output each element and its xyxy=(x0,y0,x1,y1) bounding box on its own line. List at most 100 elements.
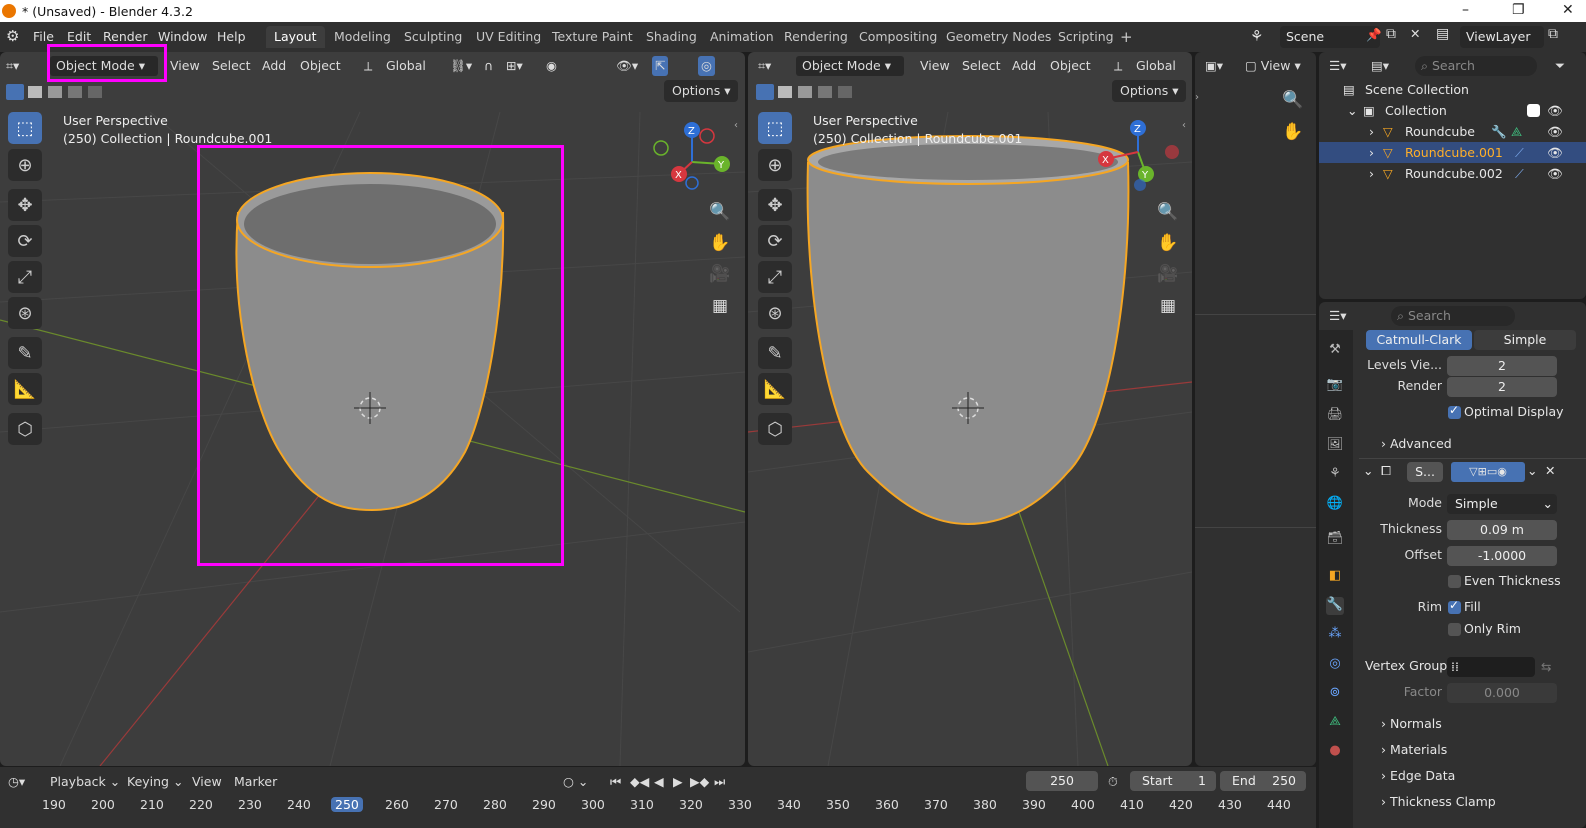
camera-icon[interactable]: 🎥 xyxy=(708,262,732,286)
visibility-eye-icon[interactable]: 👁 xyxy=(1547,142,1563,163)
menu-object[interactable]: Object xyxy=(300,56,341,76)
object-properties-icon[interactable]: ◧ xyxy=(1326,568,1344,586)
tab-scripting[interactable]: Scripting xyxy=(1050,26,1122,48)
tab-shading[interactable]: Shading xyxy=(638,26,705,48)
gizmo-toggle-icon[interactable]: ⇱ xyxy=(652,56,669,76)
materials-panel-header[interactable]: › Materials xyxy=(1381,742,1447,757)
vertex-group-field[interactable]: ⁞⁞ xyxy=(1447,657,1535,677)
tab-sculpting[interactable]: Sculpting xyxy=(396,26,470,48)
add-cube-tool[interactable]: ⬡ xyxy=(8,413,42,445)
measure-tool[interactable]: 📐 xyxy=(758,373,792,405)
menu-select[interactable]: Select xyxy=(962,56,1001,76)
transform-tool[interactable]: ⊛ xyxy=(8,297,42,329)
measure-tool[interactable]: 📐 xyxy=(8,373,42,405)
outliner-object-row[interactable]: › ▽ Roundcube.002 ⟋ 👁 xyxy=(1319,163,1586,184)
rotate-tool[interactable]: ⟳ xyxy=(758,225,792,257)
pivot-icon[interactable]: ⛓▾ xyxy=(450,56,472,76)
tool-properties-icon[interactable]: ⚒ xyxy=(1326,342,1344,360)
visibility-eye-icon[interactable]: 👁 xyxy=(1547,121,1563,142)
blender-menu-icon[interactable]: ⚙ xyxy=(6,27,19,45)
visibility-icon[interactable]: 👁▾ xyxy=(616,56,638,76)
scene-properties-icon[interactable]: ⚘ xyxy=(1326,466,1344,484)
zoom-icon[interactable]: 🔍 xyxy=(1281,88,1305,112)
editor-type-icon[interactable]: ▣▾ xyxy=(1205,56,1223,76)
delete-scene-icon[interactable]: ✕ xyxy=(1410,26,1420,41)
close-icon[interactable]: ✕ xyxy=(1562,2,1574,18)
annotate-tool[interactable]: ✎ xyxy=(8,337,42,369)
minimize-icon[interactable]: – xyxy=(1462,2,1469,18)
rotate-tool[interactable]: ⟳ xyxy=(8,225,42,257)
image-editor[interactable]: ▣▾ ▢ View ▾ › 🔍 ✋ xyxy=(1195,52,1316,766)
select-box-tool[interactable]: ⬚ xyxy=(8,112,42,144)
orientation-icon[interactable]: ⟂ xyxy=(1114,56,1122,76)
pan-hand-icon[interactable]: ✋ xyxy=(708,231,732,255)
zoom-icon[interactable]: 🔍 xyxy=(708,200,732,224)
menu-help[interactable]: Help xyxy=(217,29,246,44)
thickness-clamp-panel-header[interactable]: › Thickness Clamp xyxy=(1381,794,1496,809)
select-intersect-icon[interactable] xyxy=(88,86,102,98)
select-subtract-icon[interactable] xyxy=(48,86,62,98)
edge-data-panel-header[interactable]: › Edge Data xyxy=(1381,768,1455,783)
outliner-object-row[interactable]: › ▽ Roundcube 🔧 ⟁ 👁 xyxy=(1319,121,1586,142)
visibility-eye-icon[interactable]: 👁 xyxy=(1547,100,1563,121)
properties-editor-icon[interactable]: ☰▾ xyxy=(1329,306,1346,326)
scene-selector-icon[interactable]: ⚘ xyxy=(1250,27,1263,45)
add-cube-tool[interactable]: ⬡ xyxy=(758,413,792,445)
menu-file[interactable]: File xyxy=(33,29,54,44)
material-properties-icon[interactable]: ● xyxy=(1326,743,1344,761)
solidify-modifier-header[interactable]: ⌄ ⧠ S... ▽⊞▭◉ ⌄ ✕ xyxy=(1359,458,1586,484)
tab-texture-paint[interactable]: Texture Paint xyxy=(544,26,641,48)
editor-type-icon[interactable]: ⌗▾ xyxy=(758,56,771,76)
move-tool[interactable]: ✥ xyxy=(8,189,42,221)
invert-vertex-group-icon[interactable]: ⇆ xyxy=(1541,659,1551,674)
options-button[interactable]: Options ▾ xyxy=(664,80,739,102)
optimal-display-checkbox[interactable] xyxy=(1448,403,1461,419)
outliner-search-input[interactable]: ⌕ Search xyxy=(1415,56,1537,76)
tab-compositing[interactable]: Compositing xyxy=(851,26,945,48)
mode-dropdown[interactable]: Simple ⌄ xyxy=(1447,494,1557,514)
outliner-editor-icon[interactable]: ☰▾ xyxy=(1329,56,1346,76)
right-3d-viewport[interactable]: Z Y X ⌗▾ Object Mode ▾ View Select Add O… xyxy=(748,52,1192,766)
snap-target-icon[interactable]: ⊞▾ xyxy=(506,56,523,76)
modifier-wrench-icon[interactable]: 🔧 xyxy=(1491,121,1507,142)
modifier-properties-icon[interactable]: 🔧 xyxy=(1326,597,1344,615)
even-thickness-checkbox[interactable] xyxy=(1448,575,1461,588)
tab-rendering[interactable]: Rendering xyxy=(776,26,856,48)
view-menu[interactable]: ▢ View ▾ xyxy=(1245,56,1301,76)
modifier-visibility-toggles-icon[interactable]: ▽⊞▭◉ xyxy=(1451,462,1525,482)
select-extend-icon[interactable] xyxy=(778,86,792,98)
pan-hand-icon[interactable]: ✋ xyxy=(1156,231,1180,255)
modifier-dropdown-icon[interactable]: ⌄ xyxy=(1527,463,1537,478)
selection-mode-buttons[interactable] xyxy=(6,84,106,102)
menu-window[interactable]: Window xyxy=(158,29,207,44)
normals-panel-header[interactable]: › Normals xyxy=(1381,716,1442,731)
menu-add[interactable]: Add xyxy=(1012,56,1036,76)
scene-field[interactable]: Scene xyxy=(1280,26,1380,48)
collection-properties-icon[interactable]: 🗃 xyxy=(1326,531,1344,549)
options-button[interactable]: Options ▾ xyxy=(1112,80,1187,102)
collection-include-checkbox[interactable] xyxy=(1527,101,1540,122)
pan-hand-icon[interactable]: ✋ xyxy=(1281,120,1305,144)
outliner-object-row-selected[interactable]: › ▽ Roundcube.001 ⟋ 👁 xyxy=(1319,142,1586,163)
expand-icon[interactable]: › xyxy=(1369,163,1374,184)
tab-layout[interactable]: Layout xyxy=(266,26,325,48)
frame-ruler[interactable]: 190 200 210 220 230 240 250 260 270 280 290 300 310 3… xyxy=(0,767,1316,828)
orientation-icon[interactable]: ⟂ xyxy=(364,56,372,76)
pin-icon[interactable]: 📌 xyxy=(1366,27,1382,43)
filter-icon[interactable]: ⏷ xyxy=(1555,56,1565,76)
catmull-clark-button[interactable]: Catmull-Clark xyxy=(1366,330,1472,350)
sidebar-toggle-icon[interactable]: ‹ xyxy=(1182,120,1186,131)
physics-properties-icon[interactable]: ◎ xyxy=(1326,656,1344,674)
render-levels-field[interactable]: 2 xyxy=(1447,377,1557,397)
menu-edit[interactable]: Edit xyxy=(67,29,91,44)
orientation-dropdown[interactable]: Global xyxy=(386,56,426,76)
new-viewlayer-icon[interactable]: ⧉ xyxy=(1548,26,1558,42)
menu-view[interactable]: View xyxy=(920,56,950,76)
tab-animation[interactable]: Animation xyxy=(702,26,782,48)
menu-object[interactable]: Object xyxy=(1050,56,1091,76)
advanced-panel-header[interactable]: › Advanced xyxy=(1381,436,1452,451)
scene-collection-row[interactable]: ▤ Scene Collection xyxy=(1319,79,1586,100)
perspective-grid-icon[interactable]: ▦ xyxy=(708,294,732,318)
tab-uv-editing[interactable]: UV Editing xyxy=(468,26,549,48)
add-workspace-button[interactable]: + xyxy=(1112,26,1141,48)
